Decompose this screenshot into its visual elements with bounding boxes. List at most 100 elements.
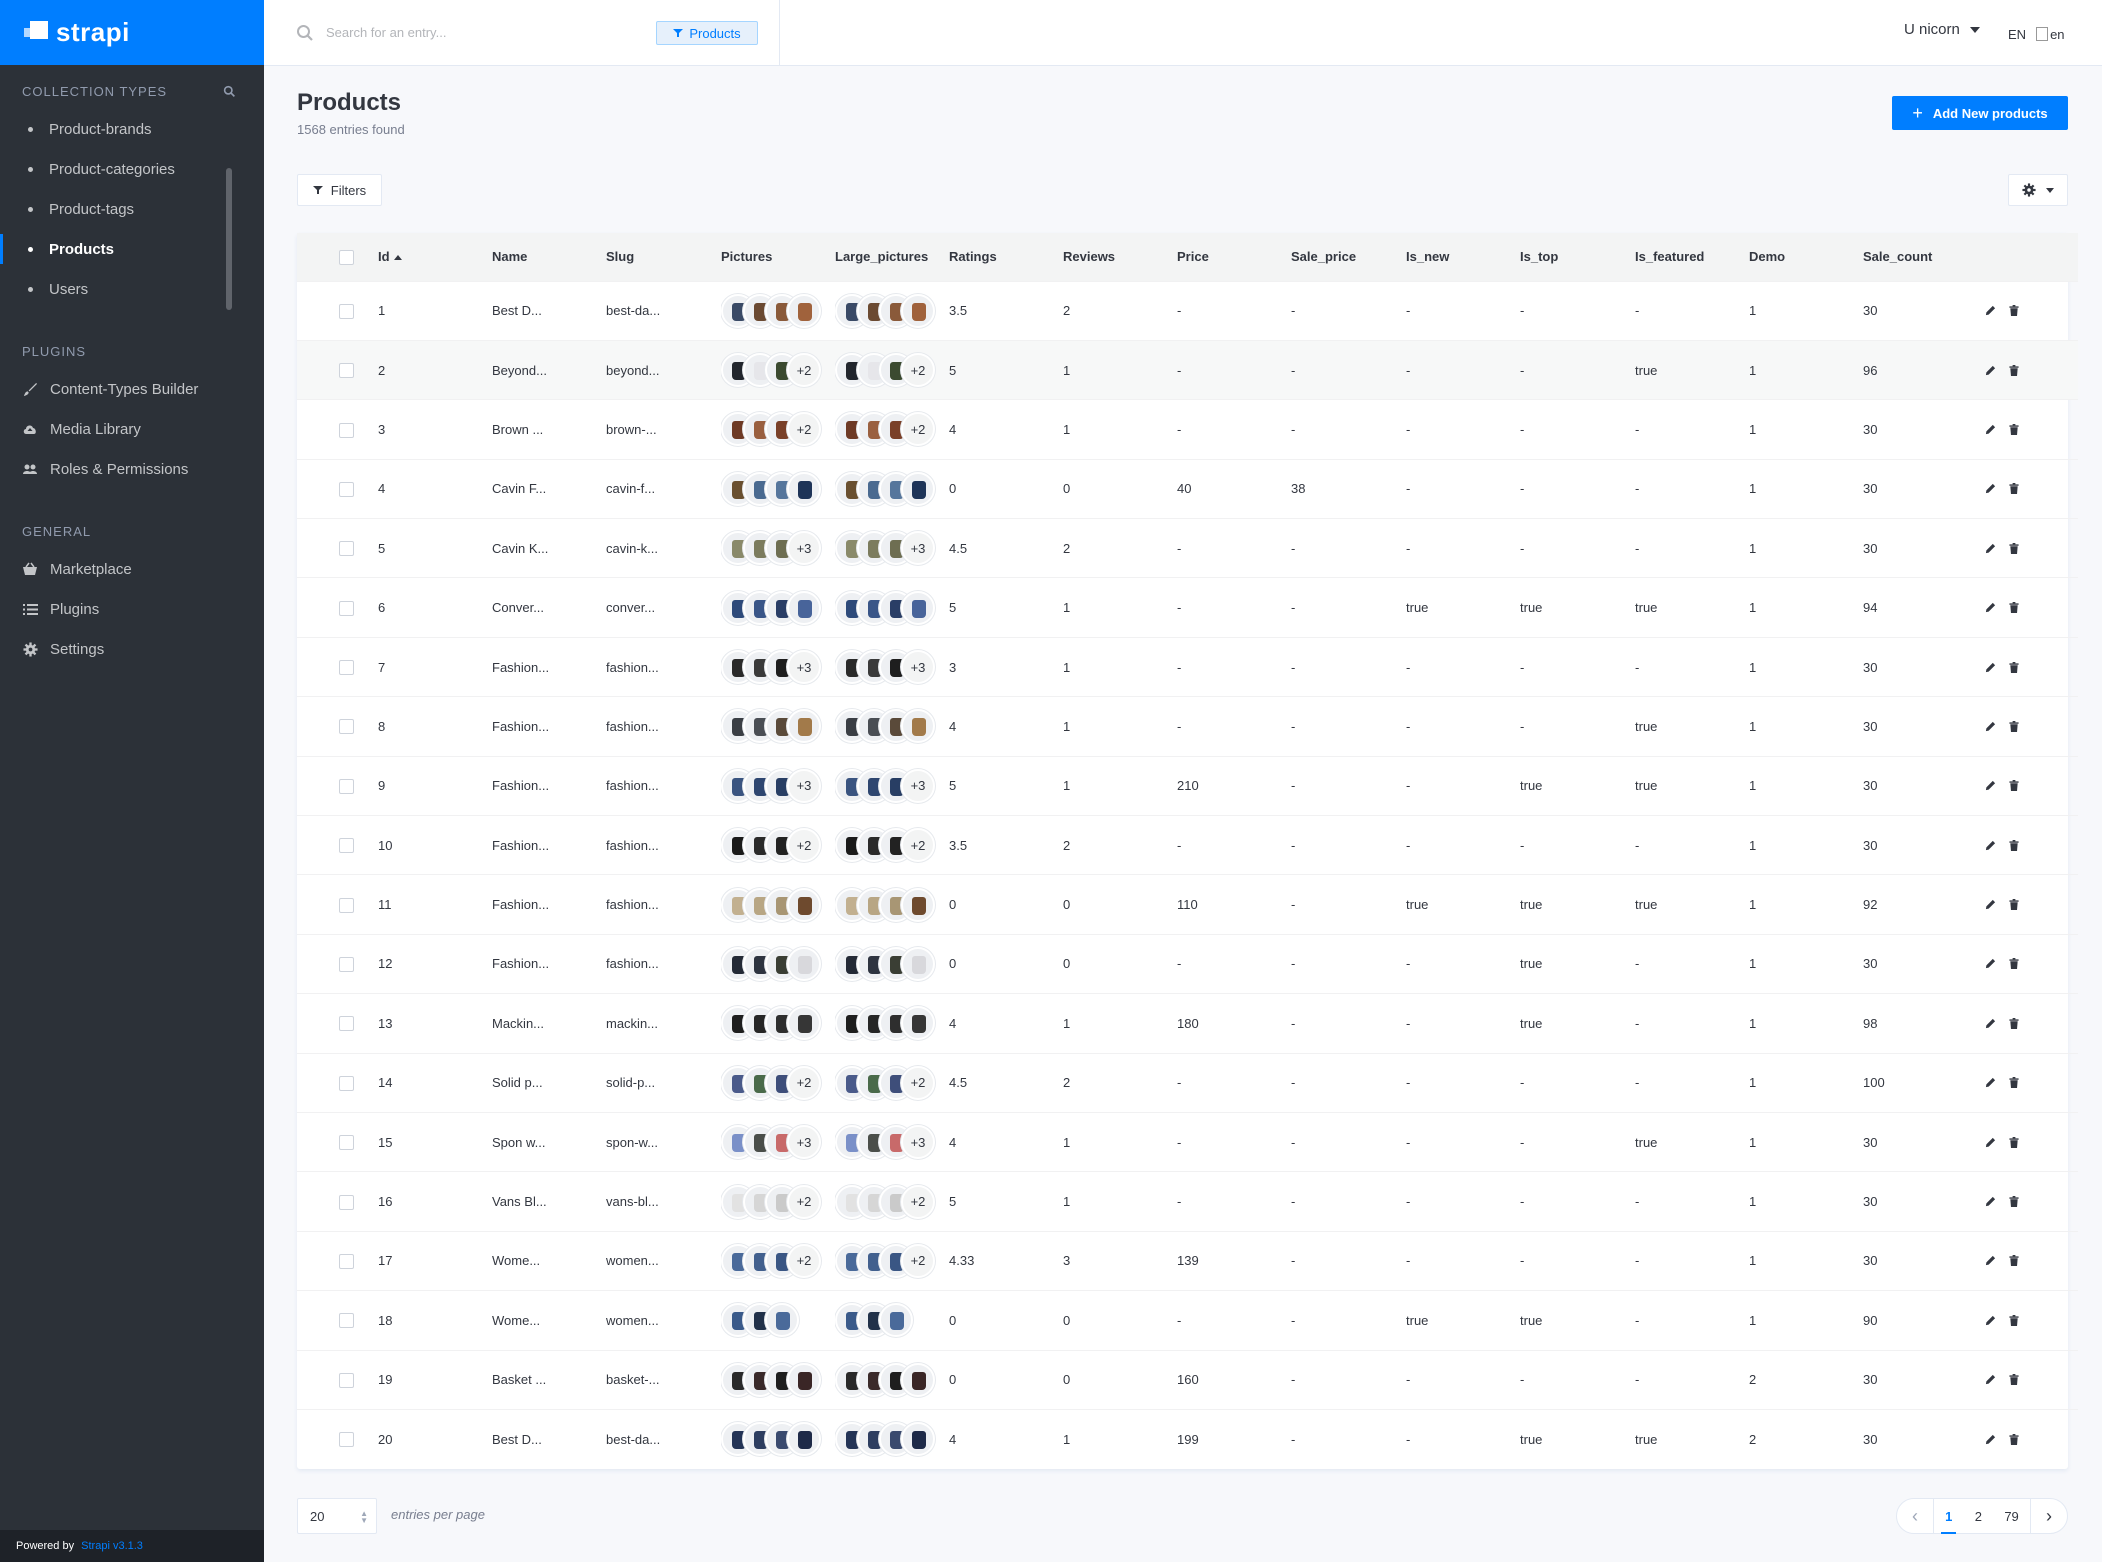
search-input[interactable] [326, 21, 626, 43]
chevron-right-icon[interactable]: › [2031, 1499, 2067, 1533]
trash-icon[interactable] [2008, 899, 2020, 911]
page-link-79[interactable]: 79 [2000, 1509, 2022, 1524]
sidebar-item-marketplace[interactable]: Marketplace [0, 549, 264, 589]
trash-icon[interactable] [2008, 1196, 2020, 1208]
edit-icon[interactable] [1984, 1077, 1996, 1089]
sidebar-item-product-brands[interactable]: Product-brands [0, 109, 264, 149]
column-header-id[interactable]: Id [378, 233, 492, 281]
trash-icon[interactable] [2008, 839, 2020, 851]
trash-icon[interactable] [2008, 1314, 2020, 1326]
table-row[interactable]: 12 Fashion... fashion... 0 0 - - - true - 1 30 [297, 934, 2078, 993]
row-checkbox[interactable] [339, 303, 354, 319]
row-checkbox[interactable] [339, 1432, 354, 1448]
row-checkbox[interactable] [339, 1135, 354, 1151]
search-filter-tag[interactable]: Products [656, 21, 758, 45]
trash-icon[interactable] [2008, 780, 2020, 792]
table-row[interactable]: 18 Wome... women... 0 0 - - true true - 1 90 [297, 1290, 2078, 1350]
row-checkbox[interactable] [339, 600, 354, 616]
table-row[interactable]: 1 Best D... best-da... 3.5 2 - - - - - 1 30 [297, 281, 2078, 340]
sidebar-item-product-categories[interactable]: Product-categories [0, 149, 264, 189]
page-link-1[interactable]: 1 [1941, 1509, 1957, 1534]
row-checkbox[interactable] [339, 1016, 354, 1032]
column-header-price[interactable]: Price [1177, 233, 1291, 281]
column-header-pictures[interactable]: Pictures [721, 233, 835, 281]
user-menu[interactable]: U nicorn [1904, 21, 1980, 38]
column-header-name[interactable]: Name [492, 233, 606, 281]
sidebar-scrollbar[interactable] [226, 168, 232, 310]
trash-icon[interactable] [2008, 1374, 2020, 1386]
edit-icon[interactable] [1984, 1314, 1996, 1326]
row-checkbox[interactable] [339, 1194, 354, 1210]
edit-icon[interactable] [1984, 305, 1996, 317]
edit-icon[interactable] [1984, 483, 1996, 495]
page-size-select[interactable]: 20 ▲ ▼ [297, 1498, 377, 1534]
table-row[interactable]: 2 Beyond... beyond... +2 +2 5 1 - - - - true 1 96 [297, 340, 2078, 400]
row-checkbox[interactable] [339, 719, 354, 735]
trash-icon[interactable] [2008, 542, 2020, 554]
table-row[interactable]: 10 Fashion... fashion... +2 +2 3.5 2 - - - - - 1 30 [297, 815, 2078, 875]
edit-icon[interactable] [1984, 1196, 1996, 1208]
trash-icon[interactable] [2008, 305, 2020, 317]
row-checkbox[interactable] [339, 957, 354, 973]
row-checkbox[interactable] [339, 1253, 354, 1269]
column-header-large-pictures[interactable]: Large_pictures [835, 233, 949, 281]
select-all-checkbox[interactable] [339, 249, 354, 265]
table-row[interactable]: 13 Mackin... mackin... 4 1 180 - - true - 1 98 [297, 993, 2078, 1053]
table-settings-button[interactable] [2008, 174, 2068, 206]
column-header-is-new[interactable]: Is_new [1406, 233, 1520, 281]
trash-icon[interactable] [2008, 661, 2020, 673]
row-checkbox[interactable] [339, 1372, 354, 1388]
strapi-logo[interactable]: strapi [0, 0, 264, 65]
add-new-button[interactable]: + Add New products [1892, 96, 2068, 130]
table-row[interactable]: 16 Vans Bl... vans-bl... +2 +2 5 1 - - - - - 1 30 [297, 1171, 2078, 1231]
edit-icon[interactable] [1984, 1433, 1996, 1445]
trash-icon[interactable] [2008, 364, 2020, 376]
row-checkbox[interactable] [339, 1313, 354, 1329]
row-checkbox[interactable] [339, 422, 354, 438]
trash-icon[interactable] [2008, 423, 2020, 435]
filters-button[interactable]: Filters [297, 174, 382, 206]
edit-icon[interactable] [1984, 839, 1996, 851]
trash-icon[interactable] [2008, 1136, 2020, 1148]
sidebar-item-users[interactable]: Users [0, 269, 264, 309]
column-header-is-top[interactable]: Is_top [1520, 233, 1635, 281]
strapi-version-link[interactable]: Strapi v3.1.3 [81, 1540, 143, 1552]
edit-icon[interactable] [1984, 780, 1996, 792]
trash-icon[interactable] [2008, 1433, 2020, 1445]
trash-icon[interactable] [2008, 720, 2020, 732]
table-row[interactable]: 9 Fashion... fashion... +3 +3 5 1 210 - - true true… [297, 756, 2078, 815]
trash-icon[interactable] [2008, 1077, 2020, 1089]
table-row[interactable]: 17 Wome... women... +2 +2 4.33 3 139 - - - - 1 30 [297, 1231, 2078, 1290]
row-checkbox[interactable] [339, 778, 354, 794]
trash-icon[interactable] [2008, 958, 2020, 970]
row-checkbox[interactable] [339, 363, 354, 379]
page-link-2[interactable]: 2 [1971, 1509, 1986, 1524]
edit-icon[interactable] [1984, 899, 1996, 911]
row-checkbox[interactable] [339, 1075, 354, 1091]
table-row[interactable]: 5 Cavin K... cavin-k... +3 +3 4.5 2 - - - - - 1 30 [297, 518, 2078, 578]
column-header-is-featured[interactable]: Is_featured [1635, 233, 1749, 281]
edit-icon[interactable] [1984, 661, 1996, 673]
trash-icon[interactable] [2008, 602, 2020, 614]
sidebar-item-product-tags[interactable]: Product-tags [0, 189, 264, 229]
table-row[interactable]: 14 Solid p... solid-p... +2 +2 4.5 2 - - - - - 1 100 [297, 1053, 2078, 1112]
edit-icon[interactable] [1984, 1136, 1996, 1148]
row-checkbox[interactable] [339, 660, 354, 676]
column-header-sale-count[interactable]: Sale_count [1863, 233, 1978, 281]
edit-icon[interactable] [1984, 423, 1996, 435]
sidebar-item-media-library[interactable]: Media Library [0, 409, 264, 449]
column-header-sale-price[interactable]: Sale_price [1291, 233, 1406, 281]
table-row[interactable]: 4 Cavin F... cavin-f... 0 0 40 38 - - - 1 30 [297, 459, 2078, 518]
search-icon[interactable] [223, 85, 236, 98]
column-header-ratings[interactable]: Ratings [949, 233, 1063, 281]
edit-icon[interactable] [1984, 1374, 1996, 1386]
column-header-reviews[interactable]: Reviews [1063, 233, 1177, 281]
table-row[interactable]: 20 Best D... best-da... 4 1 199 - - true true 2 30 [297, 1409, 2078, 1468]
table-row[interactable]: 19 Basket ... basket-... 0 0 160 - - - - 2 30 [297, 1350, 2078, 1409]
row-checkbox[interactable] [339, 541, 354, 557]
table-row[interactable]: 11 Fashion... fashion... 0 0 110 - true true true… [297, 874, 2078, 934]
row-checkbox[interactable] [339, 481, 354, 497]
row-checkbox[interactable] [339, 838, 354, 854]
table-row[interactable]: 6 Conver... conver... 5 1 - - true true true 1 94 [297, 577, 2078, 637]
table-row[interactable]: 8 Fashion... fashion... 4 1 - - - - true 1 30 [297, 696, 2078, 756]
